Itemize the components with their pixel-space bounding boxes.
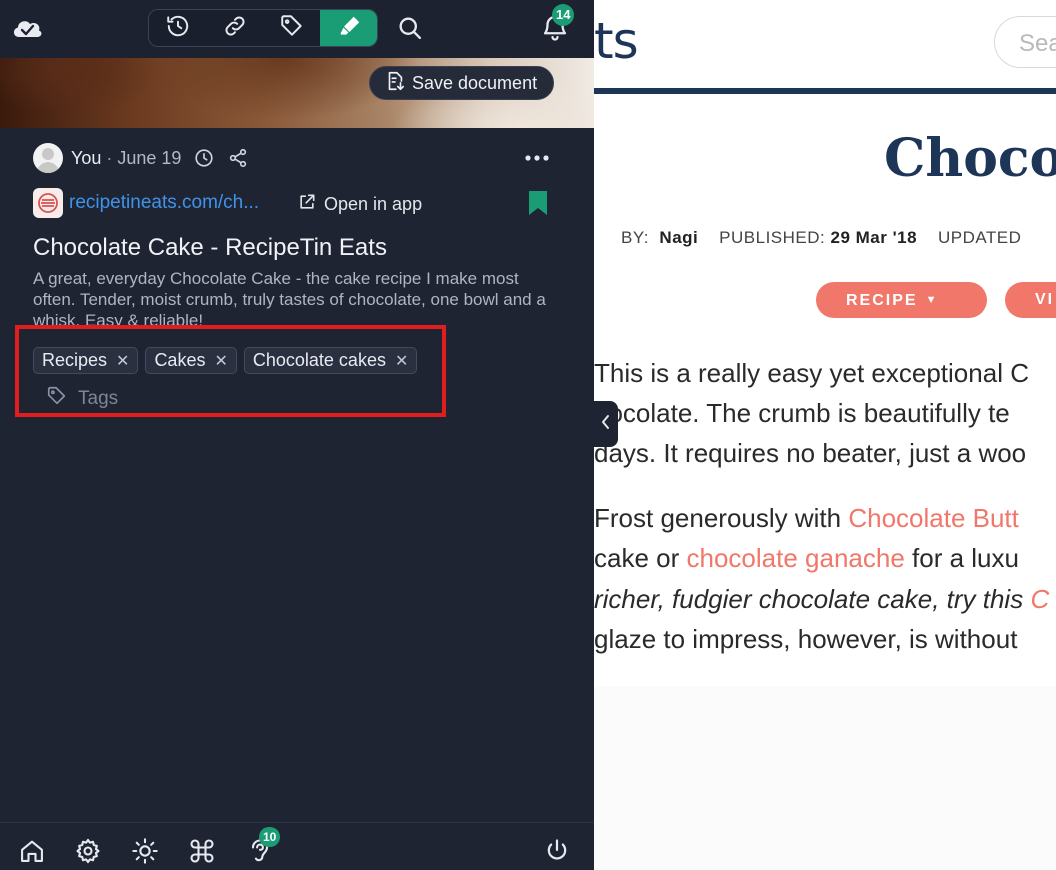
paragraph2-line: richer, fudgier chocolate cake, try this… — [594, 584, 1049, 615]
tag-input[interactable]: Tags — [46, 385, 118, 413]
tag-icon — [279, 13, 305, 44]
panel-mode-tabs — [148, 9, 378, 47]
byline-published-date: 29 Mar '18 — [830, 228, 918, 247]
jump-to-recipe-button[interactable]: RECIPE ▼ — [816, 282, 987, 318]
panel-top-bar: 14 — [0, 0, 594, 58]
byline-updated-label: UPDATED — [937, 228, 1022, 247]
site-logo[interactable]: ts — [594, 12, 639, 70]
clock-icon[interactable] — [193, 147, 215, 169]
document-title: Chocolate Cake - RecipeTin Eats — [33, 234, 387, 261]
meta-date: June 19 — [117, 147, 182, 168]
video-button-label: VI — [1035, 291, 1055, 308]
notifications-button[interactable]: 14 — [540, 4, 575, 47]
paragraph2-text: for a luxu — [904, 543, 1019, 573]
listen-count-badge: 10 — [259, 827, 281, 847]
links-tab[interactable] — [206, 10, 263, 46]
video-button[interactable]: VI — [1005, 282, 1056, 318]
meta-separator: · — [106, 147, 113, 168]
chevron-down-icon: ▼ — [925, 294, 939, 306]
document-download-icon — [384, 70, 406, 97]
cloud-check-icon[interactable] — [10, 12, 44, 49]
byline-author[interactable]: Nagi — [659, 228, 698, 247]
website-lower-area — [594, 686, 1056, 870]
extension-panel: 14 Save document You · June 19 recipetin… — [0, 0, 594, 870]
more-icon[interactable] — [523, 150, 551, 171]
source-row: recipetineats.com/ch... Open in app — [33, 188, 573, 218]
sun-icon[interactable] — [131, 837, 159, 865]
paragraph2-text: cake or — [594, 543, 687, 573]
avatar — [33, 143, 63, 173]
website-pane: ts Sea Chocol BY: Nagi PUBLISHED: 29 Mar… — [594, 0, 1056, 870]
open-in-app-button[interactable]: Open in app — [297, 192, 422, 217]
remove-tag-icon[interactable]: ✕ — [116, 351, 129, 371]
document-meta-row: You · June 19 — [33, 142, 261, 174]
share-icon[interactable] — [227, 147, 249, 169]
paragraph2-line: Frost generously with Chocolate Butt — [594, 503, 1019, 534]
listen-button[interactable]: 10 — [246, 827, 281, 870]
save-document-label: Save document — [412, 72, 538, 93]
search-icon[interactable] — [396, 14, 424, 47]
bell-icon — [540, 15, 570, 46]
open-in-app-label: Open in app — [324, 194, 423, 214]
external-link-icon — [297, 192, 317, 217]
paragraph2-italic-text: richer, fudgier chocolate cake, try this — [594, 584, 1031, 614]
history-icon — [165, 13, 191, 44]
article-byline: BY: Nagi PUBLISHED: 29 Mar '18 UPDATED — [621, 228, 1021, 248]
paragraph2-text: Frost generously with — [594, 503, 849, 533]
bookmark-icon[interactable] — [527, 190, 549, 221]
tag-label: Recipes — [42, 350, 108, 370]
panel-bottom-bar: 10 — [0, 822, 594, 870]
paragraph1-line: hocolate. The crumb is beautifully te — [594, 398, 1010, 428]
byline-published-label: PUBLISHED: — [719, 228, 826, 247]
history-tab[interactable] — [149, 10, 206, 46]
tags-tab[interactable] — [263, 10, 320, 46]
paragraph1-line: days. It requires no beater, just a woo — [594, 438, 1027, 468]
tag-chip[interactable]: Recipes ✕ — [33, 347, 139, 374]
chevron-left-icon — [599, 413, 613, 436]
command-icon[interactable] — [188, 837, 216, 865]
highlighter-icon — [337, 13, 363, 44]
chocolate-buttercream-link[interactable]: Chocolate Butt — [848, 503, 1019, 533]
paragraph1-line: This is a really easy yet exceptional C — [594, 358, 1029, 388]
power-icon[interactable] — [543, 837, 571, 865]
tag-chip[interactable]: Chocolate cakes ✕ — [243, 347, 418, 374]
notifications-count-badge: 14 — [552, 4, 575, 26]
site-search-placeholder: Sea — [1019, 30, 1056, 57]
save-document-button[interactable]: Save document — [369, 66, 554, 100]
paragraph2-line: cake or chocolate ganache for a luxu — [594, 543, 1019, 574]
chocolate-ganache-link[interactable]: chocolate ganache — [687, 543, 905, 573]
document-description: A great, everyday Chocolate Cake - the c… — [33, 269, 546, 326]
remove-tag-icon[interactable]: ✕ — [214, 351, 227, 371]
tag-label: Chocolate cakes — [252, 350, 386, 370]
tag-icon — [46, 385, 68, 413]
settings-icon[interactable] — [74, 837, 102, 865]
recipe-link[interactable]: C — [1030, 584, 1049, 614]
meta-author: You — [71, 147, 102, 168]
highlights-tab[interactable] — [320, 10, 377, 46]
article-title: Chocol — [884, 128, 1056, 189]
tag-label: Cakes — [154, 350, 206, 370]
source-link[interactable]: recipetineats.com/ch... — [69, 192, 259, 214]
site-search-input[interactable]: Sea — [994, 16, 1056, 68]
tag-list: Recipes ✕ Cakes ✕ Chocolate cakes ✕ — [33, 347, 418, 374]
byline-by-label: BY: — [621, 228, 649, 247]
recipe-button-label: RECIPE — [846, 292, 918, 309]
paragraph2-line: glaze to impress, however, is without — [594, 624, 1018, 654]
collapse-panel-button[interactable] — [594, 401, 618, 447]
site-favicon-icon — [33, 188, 63, 218]
link-icon — [222, 13, 248, 44]
remove-tag-icon[interactable]: ✕ — [395, 351, 408, 371]
site-header-rule — [594, 88, 1056, 94]
home-icon[interactable] — [18, 837, 46, 865]
tag-input-placeholder: Tags — [78, 388, 119, 409]
tag-chip[interactable]: Cakes ✕ — [145, 347, 237, 374]
